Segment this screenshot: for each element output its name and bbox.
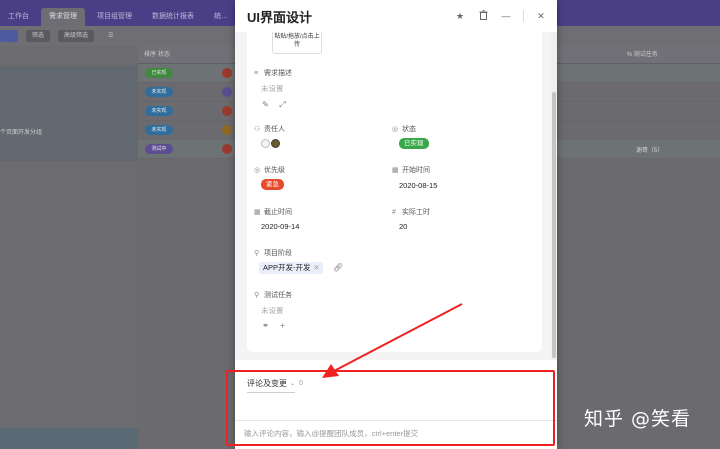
watermark: 知乎 @笑看 xyxy=(584,408,692,430)
annotation-arrow xyxy=(322,303,463,378)
